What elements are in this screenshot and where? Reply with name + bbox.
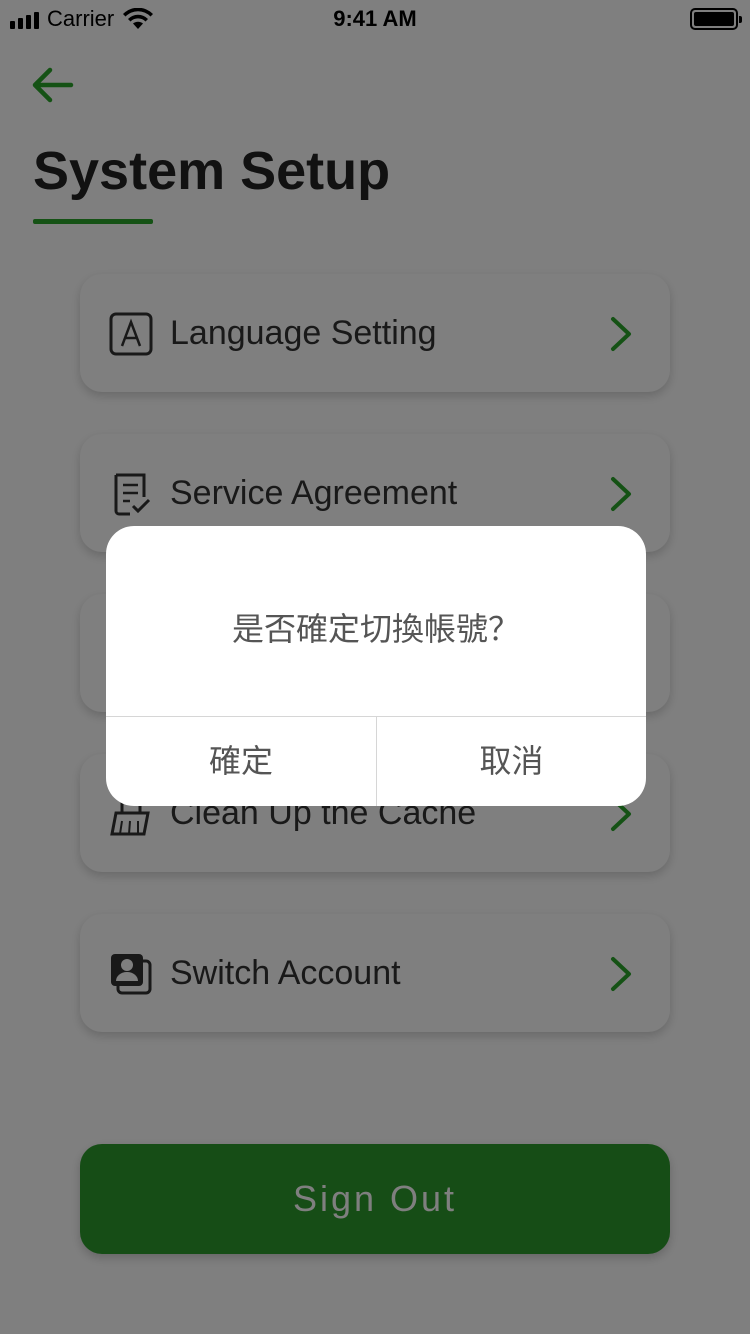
confirm-dialog: 是否確定切換帳號？ 確定 取消 xyxy=(106,526,646,806)
cancel-button[interactable]: 取消 xyxy=(377,717,646,806)
confirm-button[interactable]: 確定 xyxy=(106,717,376,806)
dialog-message: 是否確定切換帳號？ xyxy=(231,611,520,647)
